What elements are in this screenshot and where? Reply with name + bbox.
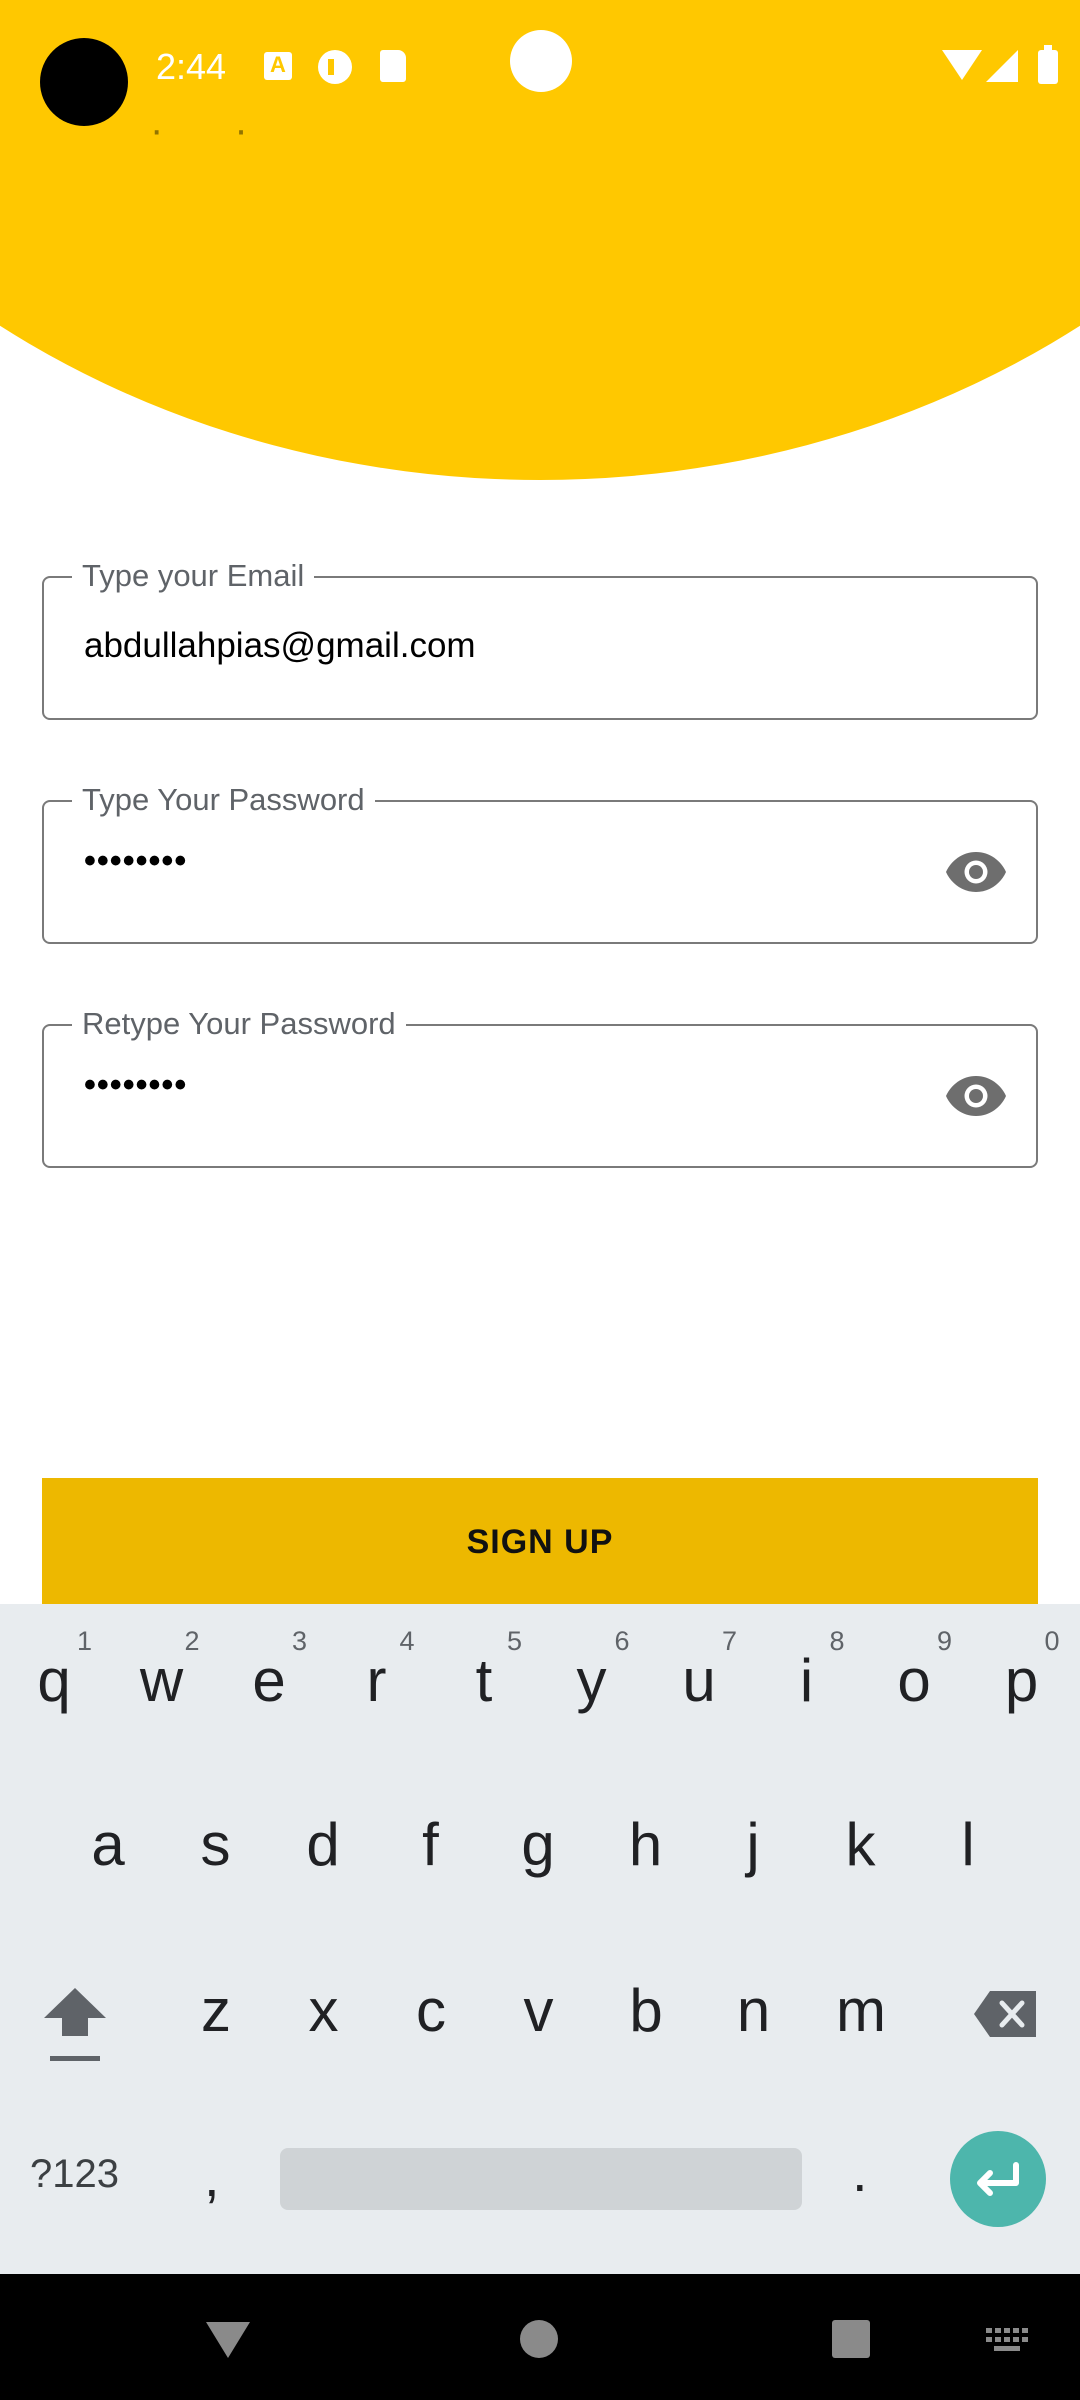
battery-icon	[1038, 45, 1058, 84]
key-char: f	[422, 1811, 439, 1878]
wifi-icon	[942, 50, 982, 80]
password-field-label: Type Your Password	[72, 780, 375, 820]
key-h[interactable]: h	[596, 1768, 696, 1888]
key-char: o	[897, 1647, 931, 1714]
keyboard-switch-icon[interactable]	[986, 2328, 1030, 2352]
password-input[interactable]: ••••••••	[84, 842, 187, 881]
key-char: g	[521, 1811, 555, 1878]
key-char: r	[366, 1647, 387, 1714]
key-x[interactable]: x	[274, 1934, 374, 2054]
key-char: x	[308, 1977, 339, 2044]
email-input[interactable]: abdullahpias@gmail.com	[84, 626, 476, 666]
key-y[interactable]: 6y	[542, 1604, 642, 1724]
key-p[interactable]: 0p	[972, 1604, 1072, 1724]
space-key[interactable]	[280, 2148, 802, 2210]
email-field[interactable]: Type your Email abdullahpias@gmail.com	[42, 556, 1038, 720]
navigation-bar	[0, 2274, 1080, 2400]
key-d[interactable]: d	[273, 1768, 373, 1888]
key-n[interactable]: n	[704, 1934, 804, 2054]
key-m[interactable]: m	[811, 1934, 911, 2054]
key-char: j	[746, 1811, 760, 1878]
key-l[interactable]: l	[918, 1768, 1018, 1888]
period-key[interactable]: .	[852, 2139, 868, 2204]
key-s[interactable]: s	[166, 1768, 266, 1888]
key-a[interactable]: a	[58, 1768, 158, 1888]
key-char: k	[845, 1811, 876, 1878]
home-icon[interactable]	[520, 2320, 558, 2358]
enter-key[interactable]	[950, 2131, 1046, 2227]
key-u[interactable]: 7u	[649, 1604, 749, 1724]
shift-icon[interactable]	[42, 1984, 108, 2074]
eye-icon[interactable]	[946, 1074, 1006, 1118]
status-time: 2:44	[156, 46, 227, 87]
retype-password-input[interactable]: ••••••••	[84, 1066, 187, 1105]
key-char: p	[1004, 1647, 1039, 1714]
app-notification-icon	[264, 52, 292, 80]
key-char: y	[576, 1647, 607, 1714]
key-char: s	[200, 1811, 231, 1878]
key-b[interactable]: b	[596, 1934, 696, 2054]
key-q[interactable]: 1q	[4, 1604, 104, 1724]
key-char: t	[475, 1647, 493, 1714]
key-char: m	[836, 1977, 886, 2044]
retype-password-field-label: Retype Your Password	[72, 1004, 406, 1044]
camera-cutout	[40, 38, 128, 126]
password-field[interactable]: Type Your Password ••••••••	[42, 780, 1038, 944]
key-char: a	[91, 1811, 125, 1878]
key-char: l	[961, 1811, 975, 1878]
backspace-icon[interactable]	[972, 1989, 1038, 2039]
soft-keyboard: 1q2w3e4r5t6y7u8i9o0p a s d f g h j k l z x c v b nm ?…	[0, 1604, 1080, 2274]
key-f[interactable]: f	[381, 1768, 481, 1888]
back-icon[interactable]	[206, 2322, 250, 2358]
signal-icon	[986, 50, 1018, 82]
status-bar: 2:44	[0, 0, 1080, 130]
email-field-label: Type your Email	[72, 556, 315, 596]
key-c[interactable]: c	[381, 1934, 481, 2054]
key-char: d	[306, 1811, 340, 1878]
key-char: i	[799, 1647, 814, 1714]
key-i[interactable]: 8i	[757, 1604, 857, 1724]
retype-password-field[interactable]: Retype Your Password ••••••••	[42, 1004, 1038, 1168]
symbols-key[interactable]: ?123	[30, 2152, 119, 2197]
front-sensor	[510, 30, 572, 92]
key-g[interactable]: g	[488, 1768, 588, 1888]
key-v[interactable]: v	[489, 1934, 589, 2054]
key-r[interactable]: 4r	[327, 1604, 427, 1724]
recents-icon[interactable]	[832, 2320, 870, 2358]
key-char: b	[629, 1977, 663, 2044]
key-char: u	[682, 1647, 716, 1714]
notification-icon	[318, 50, 352, 84]
key-char: e	[252, 1647, 286, 1714]
key-char: h	[628, 1811, 663, 1878]
key-e[interactable]: 3e	[219, 1604, 319, 1724]
sd-card-icon	[380, 50, 406, 82]
key-char: w	[139, 1647, 184, 1714]
key-z[interactable]: z	[166, 1934, 266, 2054]
eye-icon[interactable]	[946, 850, 1006, 894]
comma-key[interactable]: ,	[204, 2144, 220, 2209]
key-j[interactable]: j	[703, 1768, 803, 1888]
key-t[interactable]: 5t	[434, 1604, 534, 1724]
key-w[interactable]: 2w	[112, 1604, 212, 1724]
key-char: q	[37, 1647, 71, 1714]
key-char: z	[201, 1977, 231, 2044]
enter-icon	[977, 2162, 1019, 2196]
key-char: v	[523, 1977, 554, 2044]
key-char: c	[416, 1977, 446, 2044]
key-k[interactable]: k	[811, 1768, 911, 1888]
key-char: n	[736, 1977, 771, 2044]
signup-button[interactable]: SIGN UP	[42, 1478, 1038, 1606]
key-o[interactable]: 9o	[864, 1604, 964, 1724]
